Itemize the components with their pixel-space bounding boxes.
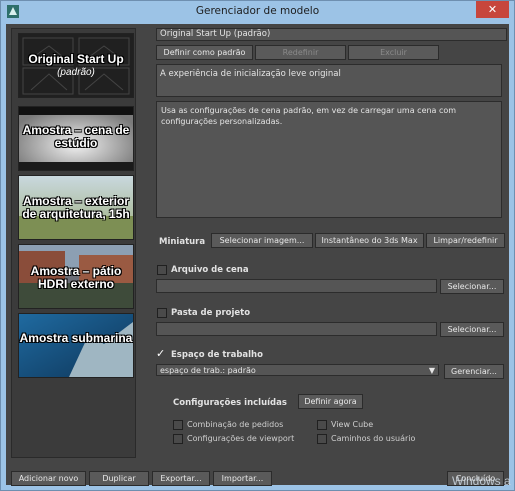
- workspace-manage-button[interactable]: Gerenciar...: [444, 364, 504, 379]
- project-folder-field[interactable]: [156, 322, 437, 336]
- scene-file-field[interactable]: [156, 279, 437, 293]
- included-settings-label: Configurações incluídas: [173, 398, 287, 408]
- workspace-checkbox-checked[interactable]: ✓: [156, 348, 165, 359]
- user-paths-label: Caminhos do usuário: [331, 434, 416, 443]
- viewport-config-label: Configurações de viewport: [187, 434, 295, 443]
- template-manager-window: Gerenciador de modelo ✕ Original Start U…: [0, 0, 515, 491]
- workspace-dropdown[interactable]: espaço de trab.: padrão ▼: [156, 364, 439, 376]
- clear-reset-button[interactable]: Limpar/redefinir: [426, 233, 505, 248]
- view-cube-label: View Cube: [331, 420, 374, 429]
- import-button[interactable]: Importar...: [213, 471, 272, 486]
- template-list[interactable]: Original Start Up (padrão) Amostra – cen…: [11, 28, 136, 458]
- workspace-dropdown-value: espaço de trab.: padrão: [160, 366, 256, 375]
- template-name: Original Start Up: [28, 52, 124, 66]
- delete-button[interactable]: Excluir: [348, 45, 439, 60]
- template-item-hdri[interactable]: Amostra – pátio HDRI externo: [18, 244, 134, 309]
- set-default-button[interactable]: Definir como padrão: [156, 45, 253, 60]
- title-bar: Gerenciador de modelo ✕: [1, 1, 514, 23]
- export-button[interactable]: Exportar...: [152, 471, 210, 486]
- template-subtitle: (padrão): [57, 67, 95, 78]
- template-name: Amostra – cena de estúdio: [22, 123, 130, 150]
- add-new-button[interactable]: Adicionar novo: [11, 471, 86, 486]
- workspace-label: Espaço de trabalho: [171, 350, 263, 360]
- rename-button[interactable]: Redefinir: [255, 45, 346, 60]
- scene-file-checkbox[interactable]: [157, 265, 167, 275]
- close-button[interactable]: ✕: [476, 1, 509, 18]
- combination-label: Combinação de pedidos: [187, 420, 284, 429]
- short-description-field[interactable]: A experiência de inicialização leve orig…: [156, 64, 502, 97]
- template-name: Amostra – exterior de arquitetura, 15h: [22, 194, 130, 221]
- view-cube-checkbox[interactable]: [317, 420, 327, 430]
- chevron-down-icon: ▼: [428, 366, 435, 375]
- duplicate-button[interactable]: Duplicar: [89, 471, 149, 486]
- window-title: Gerenciador de modelo: [195, 5, 320, 17]
- template-item-underwater[interactable]: Amostra submarina: [18, 313, 134, 378]
- template-name: Amostra – pátio HDRI externo: [30, 264, 122, 291]
- template-item-studio[interactable]: Amostra – cena de estúdio: [18, 106, 134, 171]
- viewport-config-checkbox[interactable]: [173, 434, 183, 444]
- select-image-button[interactable]: Selecionar imagem...: [211, 233, 313, 248]
- project-folder-label: Pasta de projeto: [171, 308, 251, 318]
- scene-file-select-button[interactable]: Selecionar...: [440, 279, 504, 294]
- user-paths-checkbox[interactable]: [317, 434, 327, 444]
- snapshot-button[interactable]: Instantâneo do 3ds Max: [315, 233, 424, 248]
- define-now-button[interactable]: Definir agora: [298, 394, 363, 409]
- long-description-field[interactable]: Usa as configurações de cena padrão, em …: [156, 101, 502, 218]
- template-thumbnail: [19, 314, 133, 377]
- template-name-field[interactable]: Original Start Up (padrão): [156, 28, 507, 41]
- template-item-original[interactable]: Original Start Up (padrão): [18, 33, 134, 98]
- combination-checkbox[interactable]: [173, 420, 183, 430]
- watermark-text: Windows a: [452, 474, 511, 488]
- template-item-exterior[interactable]: Amostra – exterior de arquitetura, 15h: [18, 175, 134, 240]
- template-name: Amostra submarina: [19, 331, 133, 345]
- project-folder-checkbox[interactable]: [157, 308, 167, 318]
- project-folder-select-button[interactable]: Selecionar...: [440, 322, 504, 337]
- scene-file-label: Arquivo de cena: [171, 265, 249, 275]
- thumbnail-label: Miniatura: [159, 237, 206, 247]
